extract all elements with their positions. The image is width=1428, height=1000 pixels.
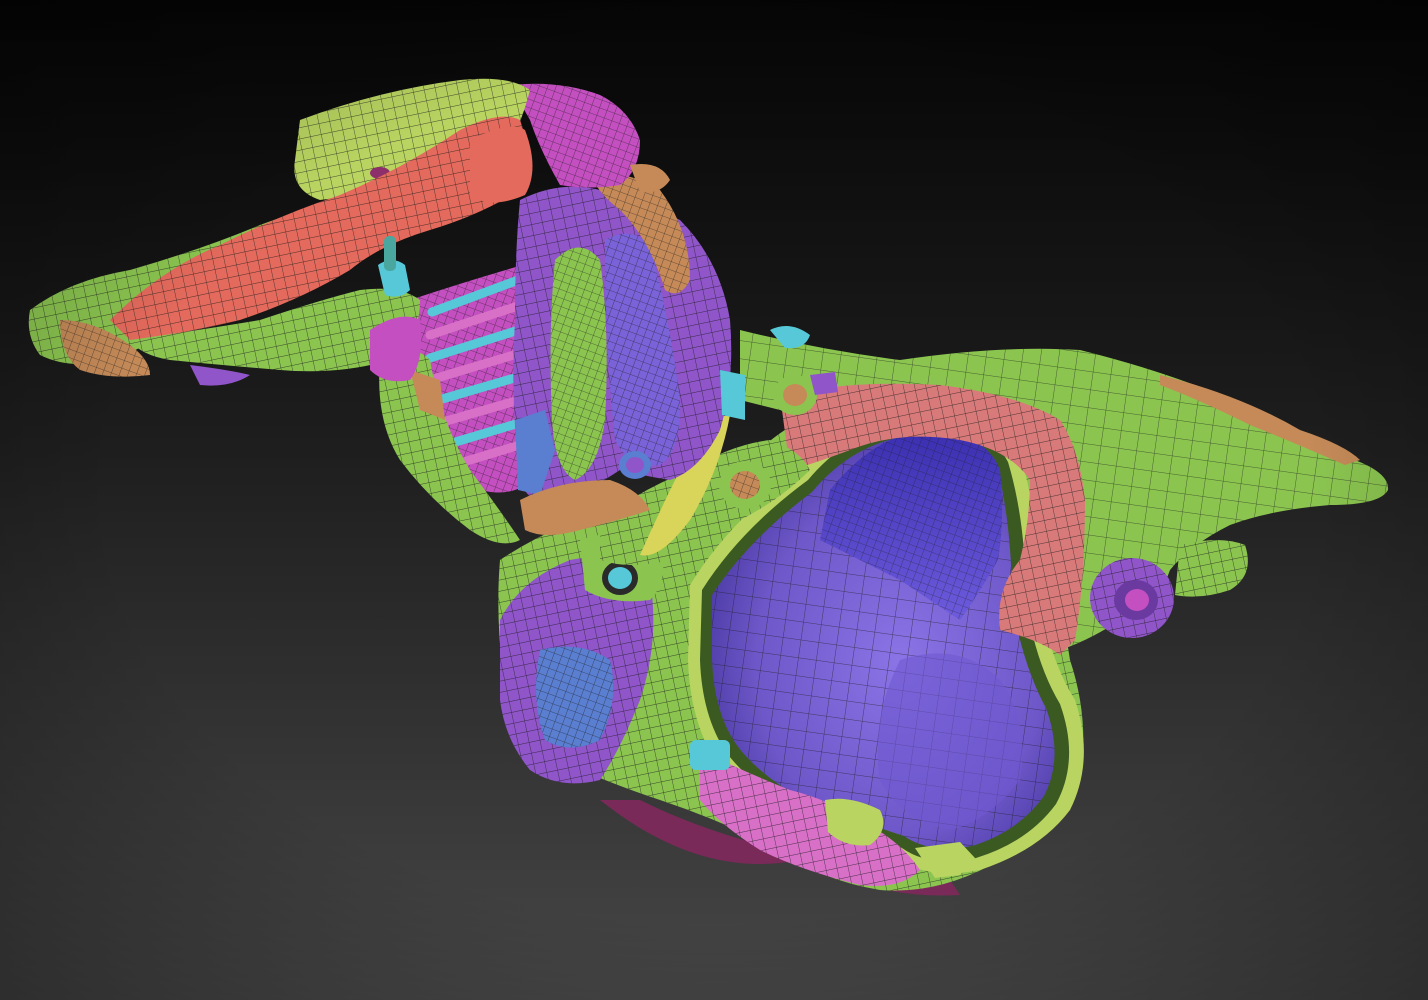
polygroup-mesh-render[interactable] (0, 0, 1428, 1000)
viewport-vignette (0, 0, 1428, 1000)
zbrush-viewport[interactable] (0, 0, 1428, 1000)
